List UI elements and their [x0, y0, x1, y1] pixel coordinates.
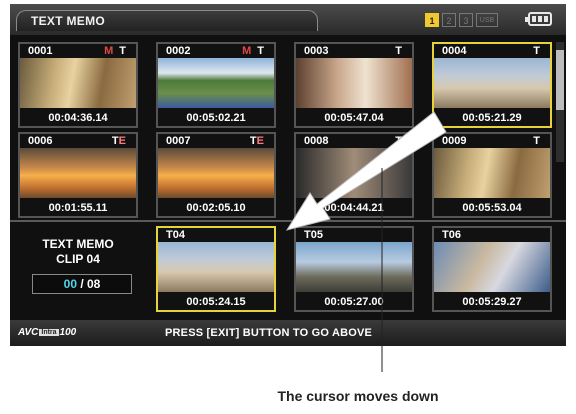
annotation-caption: The cursor moves down — [277, 388, 439, 404]
cursor-move-arrow — [285, 111, 447, 231]
annotation-overlay — [285, 111, 447, 372]
